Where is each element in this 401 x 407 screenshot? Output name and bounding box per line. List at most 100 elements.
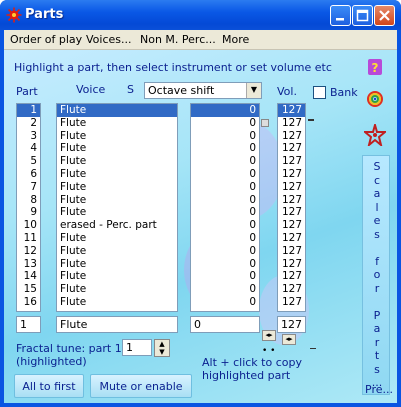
list-item[interactable]: 127 — [278, 206, 305, 219]
part-number-list[interactable]: 1 2 3 4 5 6 7 8 9 10 11 12 13 14 15 16 — [16, 103, 41, 312]
list-item[interactable]: 0 — [191, 104, 259, 117]
vol-edit-field[interactable]: 127 — [277, 316, 306, 333]
scales-label-char: e — [373, 214, 381, 227]
list-item[interactable]: 127 — [278, 181, 305, 194]
list-item[interactable]: 15 — [17, 283, 40, 296]
list-item[interactable]: 12 — [17, 245, 40, 258]
all-to-first-button[interactable]: All to first — [14, 374, 84, 398]
list-item[interactable]: 2 — [17, 117, 40, 130]
list-item[interactable]: 127 — [278, 142, 305, 155]
shift-scroll-handle[interactable] — [261, 119, 269, 127]
list-item[interactable]: 0 — [191, 232, 259, 245]
chevron-down-icon[interactable]: ▼ — [246, 83, 261, 98]
list-item[interactable]: 9 — [17, 206, 40, 219]
list-item[interactable]: 0 — [191, 194, 259, 207]
scales-for-parts-button[interactable]: Sc a l e s f o r Pa r t s... — [362, 155, 390, 395]
close-button[interactable] — [374, 5, 395, 26]
list-item[interactable]: Flute — [57, 270, 177, 283]
list-item[interactable]: Flute — [57, 181, 177, 194]
list-item[interactable]: 127 — [278, 219, 305, 232]
list-item[interactable]: erased - Perc. part — [57, 219, 177, 232]
list-item[interactable]: 7 — [17, 181, 40, 194]
list-item[interactable]: 11 — [17, 232, 40, 245]
menu-order-of-play[interactable]: Order of play — [10, 33, 82, 46]
list-item[interactable]: 8 — [17, 194, 40, 207]
list-item[interactable]: 5 — [17, 155, 40, 168]
list-item[interactable]: 127 — [278, 155, 305, 168]
list-item[interactable]: 127 — [278, 232, 305, 245]
list-item[interactable]: 6 — [17, 168, 40, 181]
menu-non-m-perc[interactable]: Non M. Perc... — [140, 33, 216, 46]
list-item[interactable]: Flute — [57, 155, 177, 168]
s-header: S — [127, 83, 134, 96]
list-item[interactable]: 16 — [17, 296, 40, 309]
list-item[interactable]: 0 — [191, 219, 259, 232]
list-item[interactable]: Flute — [57, 104, 177, 117]
mute-or-enable-button[interactable]: Mute or enable — [90, 374, 192, 398]
title-bar[interactable]: Parts — [0, 0, 401, 30]
octave-shift-select[interactable]: Octave shift ▼ — [144, 82, 262, 99]
list-item[interactable]: 127 — [278, 194, 305, 207]
star-shape-icon[interactable] — [364, 124, 386, 146]
shift-dots: • • — [262, 346, 276, 356]
rainbow-ring-icon[interactable] — [366, 90, 384, 108]
list-item[interactable]: 127 — [278, 168, 305, 181]
list-item[interactable]: Flute — [57, 206, 177, 219]
list-item[interactable]: Flute — [57, 232, 177, 245]
list-item[interactable]: 127 — [278, 283, 305, 296]
list-item[interactable]: Flute — [57, 142, 177, 155]
vol-spin-buttons[interactable]: ◂▸ — [282, 334, 296, 345]
volume-list[interactable]: 127 127 127 127 127 127 127 127 127 127 127 127 127 1… — [277, 103, 306, 312]
list-item[interactable]: 0 — [191, 117, 259, 130]
list-item[interactable]: Flute — [57, 283, 177, 296]
list-item[interactable]: 0 — [191, 181, 259, 194]
shift-edit-field[interactable]: 0 — [190, 316, 260, 333]
list-item[interactable]: 0 — [191, 142, 259, 155]
list-item[interactable]: 3 — [17, 130, 40, 143]
list-item[interactable]: Flute — [57, 245, 177, 258]
minimize-button[interactable] — [330, 5, 351, 26]
part-edit-field[interactable]: 1 — [16, 316, 41, 333]
list-item[interactable]: 13 — [17, 258, 40, 271]
list-item[interactable]: 1 — [17, 104, 40, 117]
help-icon[interactable]: ? — [368, 59, 382, 75]
octave-shift-list[interactable]: 0000000000000000 — [190, 103, 260, 312]
list-item[interactable]: 0 — [191, 296, 259, 309]
shift-spin-buttons[interactable]: ◂▸ — [262, 330, 276, 341]
list-item[interactable]: Flute — [57, 117, 177, 130]
list-item[interactable]: 127 — [278, 296, 305, 309]
list-item[interactable]: 127 — [278, 117, 305, 130]
list-item[interactable]: Flute — [57, 258, 177, 271]
minimize-icon — [336, 18, 344, 21]
list-item[interactable]: Flute — [57, 130, 177, 143]
menu-more[interactable]: More — [222, 33, 249, 46]
list-item[interactable]: 127 — [278, 130, 305, 143]
list-item[interactable]: Flute — [57, 194, 177, 207]
list-item[interactable]: 0 — [191, 270, 259, 283]
voice-edit-field[interactable]: Flute — [56, 316, 178, 333]
list-item[interactable]: 0 — [191, 206, 259, 219]
list-item[interactable]: 127 — [278, 104, 305, 117]
list-item[interactable]: 127 — [278, 270, 305, 283]
list-item[interactable]: 0 — [191, 283, 259, 296]
list-item[interactable]: 0 — [191, 258, 259, 271]
scales-label-char: a — [373, 322, 381, 335]
maximize-button[interactable] — [352, 5, 373, 26]
list-item[interactable]: 14 — [17, 270, 40, 283]
voice-list[interactable]: Flute Flute Flute Flute Flute Flute Flute Flute… — [56, 103, 178, 312]
list-item[interactable]: 0 — [191, 245, 259, 258]
list-item[interactable]: Flute — [57, 168, 177, 181]
list-item[interactable]: 10 — [17, 219, 40, 232]
list-item[interactable]: 0 — [191, 168, 259, 181]
menu-voices[interactable]: Voices... — [86, 33, 132, 46]
list-item[interactable]: 127 — [278, 258, 305, 271]
bank-checkbox[interactable] — [313, 86, 326, 99]
fractal-tune-spinner[interactable]: ▲ ▼ — [154, 339, 170, 357]
pre-button[interactable]: Pre... — [365, 383, 393, 396]
list-item[interactable]: 4 — [17, 142, 40, 155]
list-item[interactable]: 0 — [191, 130, 259, 143]
list-item[interactable]: 127 — [278, 245, 305, 258]
list-item[interactable]: 0 — [191, 155, 259, 168]
fractal-tune-field[interactable]: 1 — [122, 339, 152, 356]
list-item[interactable]: Flute — [57, 296, 177, 309]
